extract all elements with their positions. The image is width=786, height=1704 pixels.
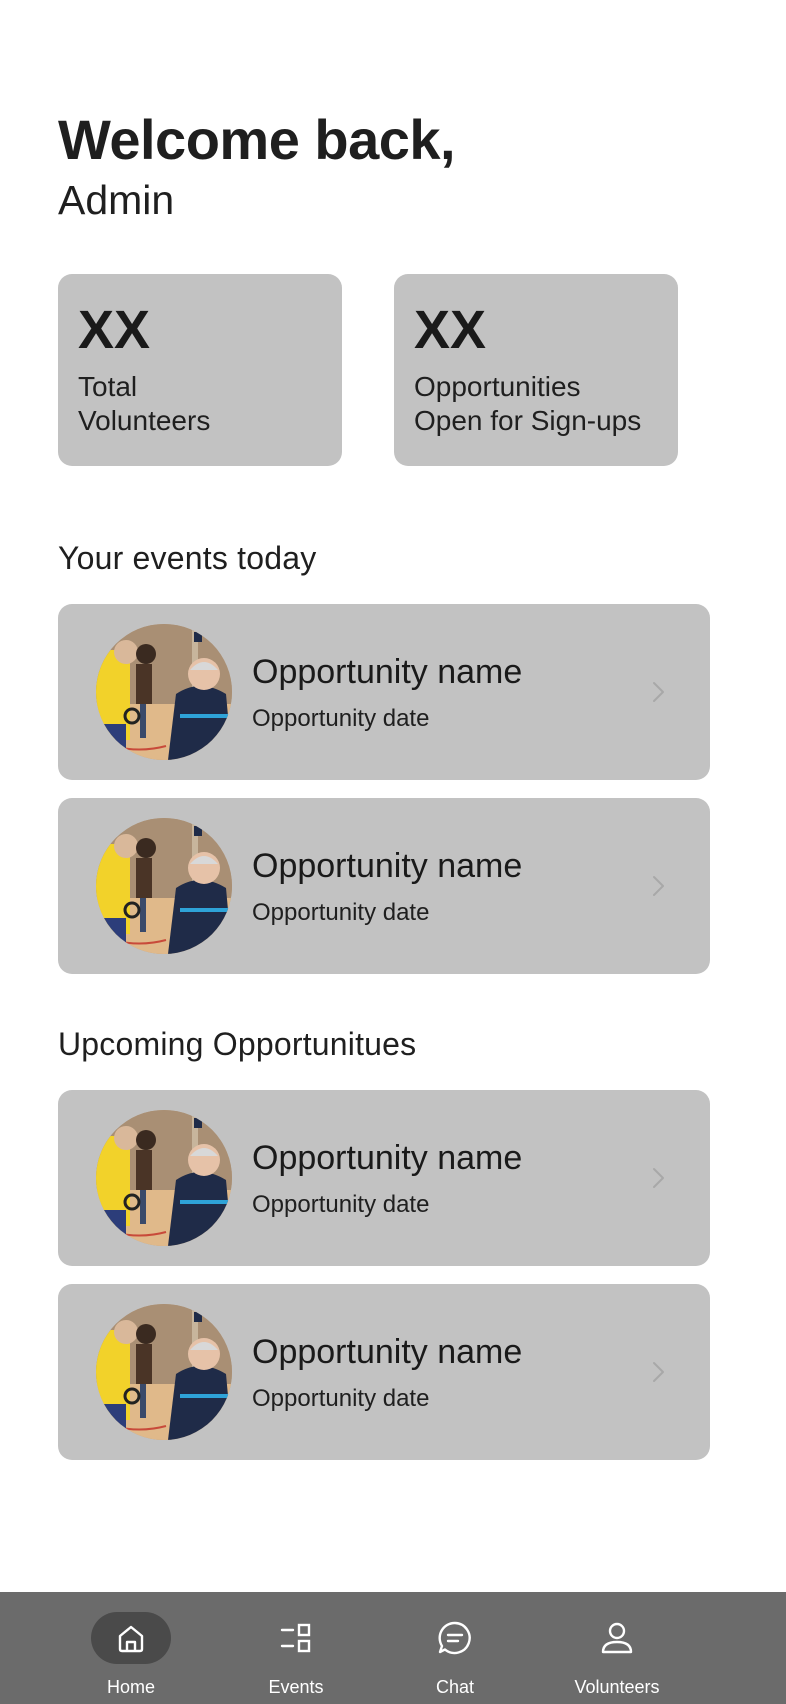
nav-label: Home <box>106 1677 155 1697</box>
event-date: Opportunity date <box>252 899 430 926</box>
chevron-right-icon <box>653 876 664 896</box>
event-card[interactable]: Opportunity name Opportunity date <box>58 798 710 974</box>
bottom-nav: Home Events Chat Volunteers <box>0 1592 786 1704</box>
nav-label: Events <box>268 1677 324 1697</box>
event-date: Opportunity date <box>252 705 430 732</box>
event-photo <box>96 818 232 954</box>
stat-value: XX <box>414 300 487 360</box>
event-name: Opportunity name <box>252 653 523 691</box>
nav-item-home[interactable]: Home <box>51 1592 211 1704</box>
chevron-right-icon <box>653 1362 664 1382</box>
home-icon <box>118 1625 144 1653</box>
nav-item-chat[interactable]: Chat <box>375 1592 535 1704</box>
user-name: Admin <box>58 177 175 223</box>
stat-value: XX <box>78 300 151 360</box>
nav-item-volunteers[interactable]: Volunteers <box>537 1592 697 1704</box>
event-card[interactable]: Opportunity name Opportunity date <box>58 1284 710 1460</box>
events-icon <box>280 1623 311 1653</box>
nav-label: Chat <box>435 1677 475 1697</box>
event-name: Opportunity name <box>252 1333 523 1371</box>
section-title-today: Your events today <box>58 540 317 576</box>
event-date: Opportunity date <box>252 1385 430 1412</box>
event-name: Opportunity name <box>252 1139 523 1177</box>
stat-card-total-volunteers: XX Total Volunteers <box>58 274 342 466</box>
chevron-right-icon <box>653 682 664 702</box>
section-title-upcoming: Upcoming Opportunitues <box>58 1026 417 1062</box>
stat-card-open-opportunities: XX Opportunities Open for Sign-ups <box>394 274 678 466</box>
event-photo <box>96 624 232 760</box>
event-card[interactable]: Opportunity name Opportunity date <box>58 1090 710 1266</box>
page-title: Welcome back, <box>58 108 456 171</box>
chat-icon <box>438 1621 471 1655</box>
chevron-right-icon <box>653 1168 664 1188</box>
event-name: Opportunity name <box>252 847 523 885</box>
event-card[interactable]: Opportunity name Opportunity date <box>58 604 710 780</box>
stat-label: Total Volunteers <box>78 371 211 436</box>
person-icon <box>601 1622 633 1654</box>
event-photo <box>96 1110 232 1246</box>
nav-item-events[interactable]: Events <box>216 1592 376 1704</box>
event-date: Opportunity date <box>252 1191 430 1218</box>
nav-label: Volunteers <box>574 1677 660 1697</box>
stat-label: Opportunities Open for Sign-ups <box>414 371 642 436</box>
event-photo <box>96 1304 232 1440</box>
